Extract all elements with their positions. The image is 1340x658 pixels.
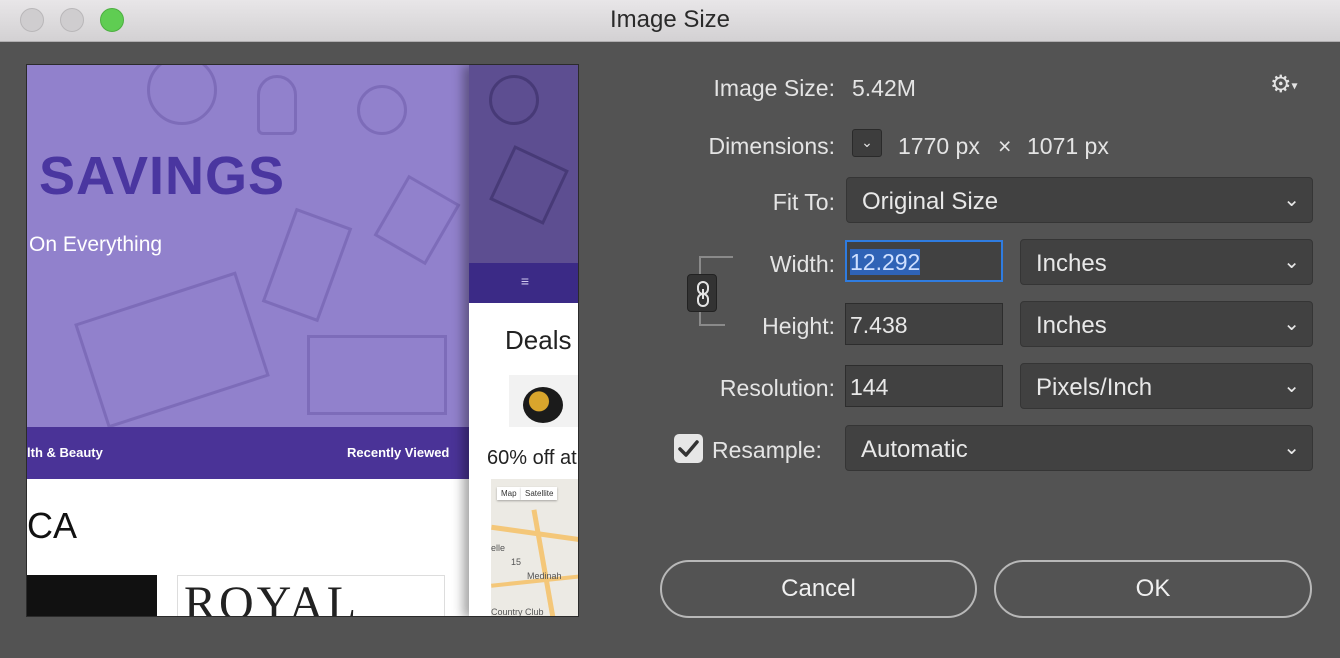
link-icon — [697, 281, 709, 307]
map-label: 15 — [511, 557, 522, 567]
map-tab-satellite: Satellite — [521, 487, 558, 500]
dimensions-label: Dimensions: — [708, 133, 835, 159]
resample-select[interactable]: Automatic ⌄ — [845, 425, 1313, 471]
resolution-value: 144 — [850, 374, 889, 400]
dimensions-width: 1770 px — [898, 133, 980, 159]
resolution-input[interactable]: 144 — [845, 365, 1003, 407]
fit-to-label: Fit To: — [772, 189, 835, 215]
link-bracket-bottom — [699, 312, 725, 326]
width-input[interactable]: 12.292 — [845, 240, 1003, 282]
width-value: 12.292 — [850, 249, 921, 275]
preview-headline: SAVINGS — [39, 146, 286, 206]
preview-logo: ROYAL GRILL — [177, 575, 445, 617]
image-size-label: Image Size: — [713, 75, 835, 101]
checkmark-icon — [678, 440, 699, 457]
gear-icon[interactable]: ⚙▾ — [1270, 70, 1310, 100]
map-label: Country Club — [491, 607, 544, 617]
cancel-button[interactable]: Cancel — [660, 560, 977, 618]
preview-logo-text: ROYAL GRILL — [184, 577, 358, 617]
map-label: elle — [491, 543, 506, 553]
chevron-down-icon: ⌄ — [1283, 313, 1300, 335]
chevron-down-icon: ⌄ — [1283, 251, 1300, 273]
fit-to-select[interactable]: Original Size ⌄ — [846, 177, 1313, 223]
resample-value: Automatic — [861, 436, 968, 463]
preview-banner: SAVINGS On Everything — [27, 65, 471, 427]
preview-subline: On Everything — [29, 233, 163, 256]
chevron-down-icon: ⌄ — [1283, 437, 1300, 459]
map-tab-map: Map — [497, 487, 521, 500]
preview-mobile: ≡ Deals 60% off at Map Satellite elle 15… — [469, 65, 578, 617]
link-bracket-top — [699, 256, 733, 274]
height-unit-select[interactable]: Inches ⌄ — [1020, 301, 1313, 347]
image-preview[interactable]: SAVINGS On Everything lth & Beauty Recen… — [26, 64, 579, 617]
width-unit: Inches — [1036, 250, 1107, 277]
height-value: 7.438 — [850, 312, 908, 338]
resolution-unit: Pixels/Inch — [1036, 374, 1153, 401]
preview-nav: lth & Beauty Recently Viewed — [27, 427, 471, 479]
preview-mobile-banner — [469, 65, 578, 263]
preview-mobile-menu: ≡ — [469, 263, 578, 303]
image-size-dialog: Image Size SAVINGS On Everything lth & B… — [0, 0, 1340, 658]
width-label: Width: — [769, 251, 835, 277]
dimensions-height: 1071 px — [1027, 133, 1109, 159]
ok-button[interactable]: OK — [994, 560, 1312, 618]
window-title: Image Size — [609, 6, 731, 33]
constrain-proportions-button[interactable] — [687, 274, 717, 312]
chevron-down-icon: ⌄ — [1283, 189, 1300, 211]
preview-nav-left: lth & Beauty — [27, 445, 103, 460]
resolution-label: Resolution: — [719, 375, 835, 401]
preview-photo — [27, 575, 157, 616]
height-label: Height: — [762, 313, 835, 339]
chevron-down-icon: ⌄ — [861, 134, 873, 150]
resample-label: Resample: — [712, 437, 822, 463]
title-bar: Image Size — [0, 0, 1340, 42]
preview-section-heading: CA — [27, 505, 78, 546]
width-unit-select[interactable]: Inches ⌄ — [1020, 239, 1313, 285]
preview-map: Map Satellite elle 15 Medinah Country Cl… — [491, 479, 578, 617]
chevron-down-icon: ⌄ — [1283, 375, 1300, 397]
resolution-unit-select[interactable]: Pixels/Inch ⌄ — [1020, 363, 1313, 409]
resample-checkbox[interactable] — [674, 434, 703, 463]
preview-mobile-offer: 60% off at — [487, 447, 577, 469]
dimensions-units-menu[interactable]: ⌄ — [852, 129, 882, 157]
fit-to-value: Original Size — [862, 188, 999, 215]
height-input[interactable]: 7.438 — [845, 303, 1003, 345]
dimensions-times: × — [998, 133, 1012, 159]
preview-nav-right: Recently Viewed — [347, 445, 450, 460]
height-unit: Inches — [1036, 312, 1107, 339]
preview-mobile-deals: Deals — [505, 325, 572, 355]
map-label: Medinah — [527, 571, 562, 581]
image-size-value: 5.42M — [852, 75, 916, 101]
preview-mobile-logo — [509, 375, 578, 427]
